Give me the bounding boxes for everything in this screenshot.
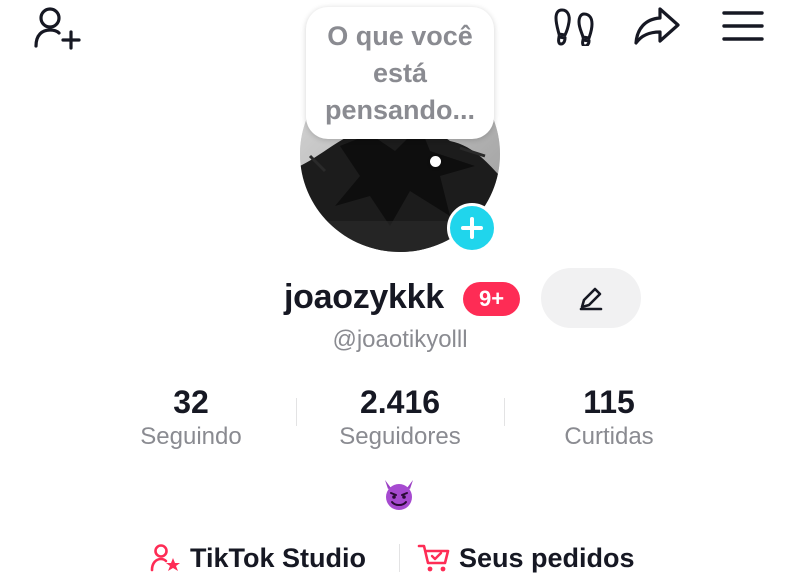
menu-icon bbox=[722, 11, 764, 41]
stat-value: 32 bbox=[173, 384, 209, 420]
tiktok-studio-link[interactable]: TikTok Studio bbox=[150, 536, 366, 580]
menu-button[interactable] bbox=[718, 6, 768, 46]
devil-emoji-icon bbox=[385, 480, 413, 510]
orders-link[interactable]: Seus pedidos bbox=[417, 536, 635, 580]
link-label: TikTok Studio bbox=[190, 542, 367, 573]
bio-emoji bbox=[381, 476, 417, 512]
add-friend-icon bbox=[34, 7, 81, 50]
bubble-tail-dot bbox=[430, 156, 441, 167]
profile-views-button[interactable] bbox=[550, 4, 598, 48]
user-handle: @joaotikyolll bbox=[332, 326, 468, 353]
link-divider bbox=[399, 544, 400, 572]
stat-value: 115 bbox=[583, 384, 635, 420]
stat-value: 2.416 bbox=[359, 384, 441, 420]
pencil-icon bbox=[579, 287, 603, 311]
stat-followers[interactable]: 2.416 Seguidores bbox=[300, 382, 500, 452]
add-friend-button[interactable] bbox=[30, 4, 86, 52]
stat-label: Seguindo bbox=[140, 423, 242, 450]
notification-badge[interactable]: 9+ bbox=[463, 282, 520, 316]
creator-star-icon bbox=[150, 544, 180, 572]
share-icon bbox=[634, 7, 680, 45]
stat-following[interactable]: 32 Seguindo bbox=[91, 382, 291, 452]
stat-label: Curtidas bbox=[564, 423, 654, 450]
share-button[interactable] bbox=[630, 4, 684, 48]
stat-label: Seguidores bbox=[339, 423, 461, 450]
stat-divider bbox=[296, 398, 297, 426]
cart-icon bbox=[417, 544, 450, 572]
display-name: joaozykkk bbox=[284, 278, 444, 316]
stat-divider bbox=[504, 398, 505, 426]
stat-likes[interactable]: 115 Curtidas bbox=[509, 382, 709, 452]
add-story-button[interactable] bbox=[447, 203, 497, 253]
link-label: Seus pedidos bbox=[459, 542, 635, 573]
name-row: joaozykkk 9+ bbox=[0, 268, 800, 328]
plus-icon bbox=[461, 217, 483, 239]
bubble-text: O que você está pensando... bbox=[325, 20, 476, 125]
footprints-icon bbox=[554, 8, 594, 46]
status-thought-bubble[interactable]: O que você está pensando... bbox=[306, 7, 494, 139]
edit-profile-button[interactable] bbox=[541, 268, 641, 328]
